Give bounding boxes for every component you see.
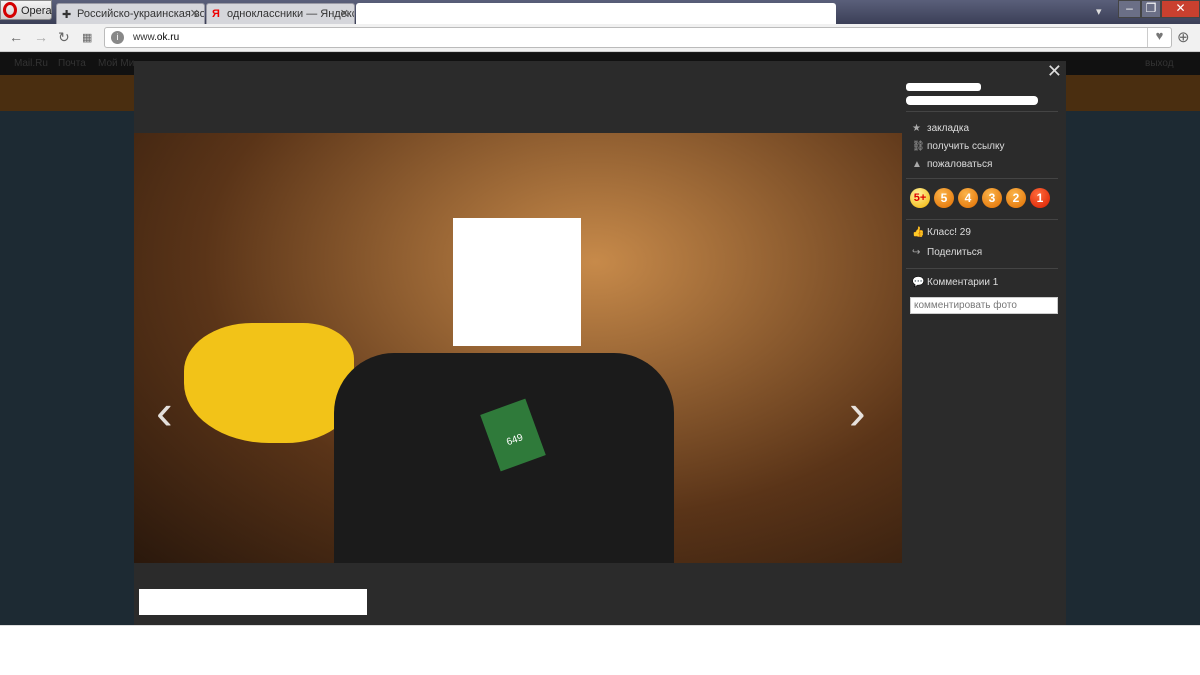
price-tag-text: 649 xyxy=(505,432,525,449)
comment-placeholder: комментировать фото xyxy=(914,300,1017,311)
thumbs-up-icon: 👍 xyxy=(912,227,925,238)
rate-1[interactable]: 1 xyxy=(1030,188,1050,208)
logout-link[interactable]: выход xyxy=(1145,58,1174,69)
reload-icon[interactable]: ↻ xyxy=(58,29,70,46)
tab-label: одноклассники — Яндекс xyxy=(227,8,355,20)
caption-redacted xyxy=(139,589,367,615)
close-window-button[interactable]: ✕ xyxy=(1161,0,1200,18)
back-icon[interactable]: ← xyxy=(9,29,23,45)
yandex-icon: Я xyxy=(212,8,220,20)
maximize-button[interactable]: ❐ xyxy=(1141,0,1161,18)
minimize-button[interactable]: – xyxy=(1118,0,1141,18)
divider xyxy=(906,178,1058,179)
share-icon: ↪ xyxy=(912,247,921,258)
opera-logo-icon xyxy=(3,2,17,18)
close-viewer-icon[interactable]: ✕ xyxy=(1047,61,1062,82)
url-domain: ok.ru xyxy=(156,32,180,43)
warning-icon: ▲ xyxy=(912,159,922,170)
opera-menu-button[interactable]: Opera xyxy=(0,0,52,20)
photo-bag xyxy=(184,323,354,443)
album-redacted xyxy=(906,96,1038,105)
heart-icon[interactable]: ♥ xyxy=(1147,28,1171,47)
tab-yandex[interactable]: Яодноклассники — Яндекс ✕ xyxy=(206,3,355,24)
photo-viewer: 649 ‹ › ✕ ★ закладка ⛓ получить ссылку ▲ по… xyxy=(134,61,1066,625)
nav-mailru[interactable]: Mail.Ru xyxy=(14,58,48,69)
report-label: пожаловаться xyxy=(927,159,993,170)
link-icon: ⛓ xyxy=(912,141,925,152)
get-link-label: получить ссылку xyxy=(927,141,1005,152)
title-bar: Opera ✚ Российско-украинская во ✕ Яоднокла… xyxy=(0,0,1200,24)
tab-news[interactable]: ✚ Российско-украинская во ✕ xyxy=(56,3,205,24)
divider xyxy=(906,268,1058,269)
close-tab-icon[interactable]: ✕ xyxy=(340,7,349,20)
browser-toolbar: ← → ↻ ▦ i www.ok.ru ♥ ⊕ xyxy=(0,24,1200,52)
nav-pochta[interactable]: Почта xyxy=(58,58,86,69)
close-tab-icon[interactable]: ✕ xyxy=(190,7,199,20)
prev-photo-arrow[interactable]: ‹ xyxy=(156,383,173,441)
bookmark-label: закладка xyxy=(927,123,970,134)
rate-3[interactable]: 3 xyxy=(982,188,1002,208)
comment-icon: 💬 xyxy=(912,277,925,288)
bookmark-action[interactable]: ★ закладка xyxy=(912,123,969,134)
site-info-icon[interactable]: i xyxy=(111,31,124,44)
rate-2[interactable]: 2 xyxy=(1006,188,1026,208)
opera-menu-label: Opera xyxy=(21,5,52,17)
bottom-area xyxy=(0,625,1200,675)
share-action[interactable]: ↪ Поделиться xyxy=(912,247,982,258)
report-action[interactable]: ▲ пожаловаться xyxy=(912,159,992,170)
author-name-redacted xyxy=(906,83,981,91)
address-bar[interactable]: i www.ok.ru ♥ xyxy=(104,27,1172,48)
comment-input[interactable]: комментировать фото xyxy=(910,297,1058,314)
comments-label: Комментарии 1 xyxy=(927,277,999,288)
speed-dial-icon[interactable]: ▦ xyxy=(82,31,92,44)
star-icon: ★ xyxy=(912,123,921,134)
next-photo-arrow[interactable]: › xyxy=(849,383,866,441)
class-label: Класс! 29 xyxy=(927,227,971,238)
rate-4[interactable]: 4 xyxy=(958,188,978,208)
divider xyxy=(906,219,1058,220)
forward-icon[interactable]: → xyxy=(34,29,48,45)
photo-drawn-face xyxy=(453,218,581,346)
tab-menu-icon[interactable]: ▾ xyxy=(1096,5,1102,18)
url-prefix: www. xyxy=(133,32,157,43)
photo: 649 ‹ › xyxy=(134,133,902,563)
nav-moy-mir[interactable]: Мой Ми xyxy=(98,58,134,69)
rate-5plus[interactable]: 5+ xyxy=(910,188,930,208)
share-label: Поделиться xyxy=(927,247,983,258)
rate-5[interactable]: 5 xyxy=(934,188,954,208)
download-icon[interactable]: ⊕ xyxy=(1177,28,1190,46)
class-action[interactable]: 👍 Класс! 29 xyxy=(912,227,971,238)
rating-bar: 5+ 5 4 3 2 1 xyxy=(910,188,1050,208)
tab-active[interactable] xyxy=(356,3,836,24)
plus-icon: ✚ xyxy=(62,9,72,21)
comments-action[interactable]: 💬 Комментарии 1 xyxy=(912,277,998,288)
divider xyxy=(906,111,1058,112)
tab-label: Российско-украинская во xyxy=(77,8,205,20)
get-link-action[interactable]: ⛓ получить ссылку xyxy=(912,141,1004,152)
